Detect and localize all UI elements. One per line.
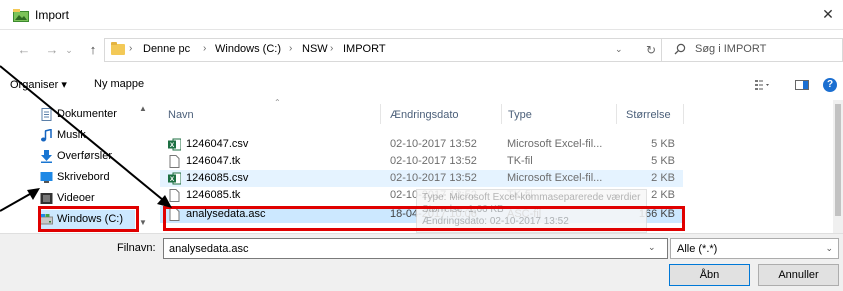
search-icon bbox=[674, 43, 686, 55]
toolbar: Organiser ▾ Ny mappe ? bbox=[0, 70, 843, 100]
nav-item-music[interactable]: Musik bbox=[40, 126, 135, 145]
search-box[interactable]: Søg i IMPORT bbox=[661, 38, 843, 62]
chevron-down-icon: ⌄ bbox=[825, 243, 833, 253]
table-row[interactable]: X 1246047.csv 02-10-2017 13:52 Microsoft… bbox=[160, 136, 683, 153]
downloads-icon bbox=[41, 150, 52, 163]
new-folder-button[interactable]: Ny mappe bbox=[94, 78, 144, 90]
svg-text:X: X bbox=[170, 142, 175, 149]
filename-label: Filnavn: bbox=[117, 242, 156, 254]
breadcrumb-import[interactable]: IMPORT bbox=[343, 43, 386, 55]
column-header-row: ⌃ Navn Ændringsdato Type Størrelse bbox=[150, 98, 843, 126]
column-divider[interactable] bbox=[683, 104, 684, 124]
filename-dropdown-icon[interactable]: ⌄ bbox=[648, 242, 656, 253]
column-header-date[interactable]: Ændringsdato bbox=[390, 109, 459, 121]
excel-file-icon: X bbox=[168, 138, 181, 151]
open-button[interactable]: Åbn bbox=[669, 264, 750, 286]
chevron-right-icon: › bbox=[203, 43, 207, 54]
refresh-icon[interactable]: ↻ bbox=[646, 43, 656, 57]
annotation-box-drive bbox=[38, 206, 139, 232]
address-bar[interactable]: › Denne pc › Windows (C:) › NSW › IMPORT… bbox=[104, 38, 673, 62]
annotation-box-file bbox=[163, 206, 685, 231]
organize-button[interactable]: Organiser ▾ bbox=[10, 78, 67, 91]
up-arrow-icon[interactable]: ↑ bbox=[85, 42, 101, 58]
chevron-right-icon: › bbox=[330, 43, 334, 54]
close-icon[interactable]: ✕ bbox=[819, 5, 837, 23]
nav-item-desktop[interactable]: Skrivebord bbox=[40, 168, 135, 187]
desktop-icon bbox=[40, 172, 53, 183]
generic-file-icon bbox=[169, 189, 180, 202]
column-header-size[interactable]: Størrelse bbox=[626, 109, 671, 121]
generic-file-icon bbox=[169, 155, 180, 168]
dialog-footer: Filnavn: ⌄ Alle (*.*) ⌄ Åbn Annuller bbox=[0, 233, 843, 291]
music-icon bbox=[41, 129, 52, 142]
scrollbar-thumb[interactable] bbox=[835, 104, 841, 216]
column-divider[interactable] bbox=[616, 104, 617, 124]
title-bar: Import ✕ bbox=[0, 0, 843, 30]
back-arrow-icon[interactable]: ← bbox=[16, 42, 32, 58]
file-list-scrollbar[interactable] bbox=[833, 100, 843, 233]
forward-arrow-icon[interactable]: → bbox=[44, 42, 60, 58]
filetype-select[interactable]: Alle (*.*) ⌄ bbox=[670, 238, 839, 259]
filename-input[interactable] bbox=[163, 238, 668, 259]
videos-icon bbox=[40, 193, 53, 204]
breadcrumb-windows-c[interactable]: Windows (C:) bbox=[215, 43, 281, 55]
help-icon[interactable]: ? bbox=[823, 78, 837, 92]
window-title: Import bbox=[35, 8, 70, 22]
recent-dropdown-icon[interactable]: ⌄ bbox=[61, 42, 77, 58]
scroll-up-icon[interactable]: ▲ bbox=[137, 104, 149, 113]
table-row[interactable]: 1246047.tk 02-10-2017 13:52 TK-fil 5 KB bbox=[160, 153, 683, 170]
address-row: ← → ⌄ ↑ › Denne pc › Windows (C:) › NSW … bbox=[0, 30, 843, 70]
excel-file-icon: X bbox=[168, 172, 181, 185]
column-header-name[interactable]: Navn bbox=[168, 109, 194, 121]
view-options-icon[interactable] bbox=[754, 78, 770, 92]
svg-text:X: X bbox=[170, 176, 175, 183]
chevron-right-icon: › bbox=[289, 43, 293, 54]
app-icon bbox=[13, 9, 29, 22]
chevron-right-icon: › bbox=[129, 43, 133, 54]
preview-pane-icon[interactable] bbox=[794, 78, 810, 92]
documents-icon bbox=[41, 108, 52, 121]
nav-item-documents[interactable]: Dokumenter bbox=[40, 105, 135, 124]
tooltip-type: Type: Microsoft Excel-kommaseparerede væ… bbox=[422, 192, 641, 203]
column-divider[interactable] bbox=[380, 104, 381, 124]
column-header-type[interactable]: Type bbox=[508, 109, 532, 121]
table-row[interactable]: X 1246085.csv 02-10-2017 13:52 Microsoft… bbox=[160, 170, 683, 187]
sort-up-icon: ⌃ bbox=[274, 98, 281, 107]
chevron-down-icon[interactable]: ⌄ bbox=[615, 44, 623, 55]
breadcrumb-nsw[interactable]: NSW bbox=[302, 43, 328, 55]
folder-icon bbox=[111, 42, 125, 55]
cancel-button[interactable]: Annuller bbox=[758, 264, 839, 286]
column-divider[interactable] bbox=[501, 104, 502, 124]
search-placeholder: Søg i IMPORT bbox=[695, 43, 767, 55]
breadcrumb-this-pc[interactable]: Denne pc bbox=[143, 43, 190, 55]
nav-item-downloads[interactable]: Overførsler bbox=[40, 147, 135, 166]
